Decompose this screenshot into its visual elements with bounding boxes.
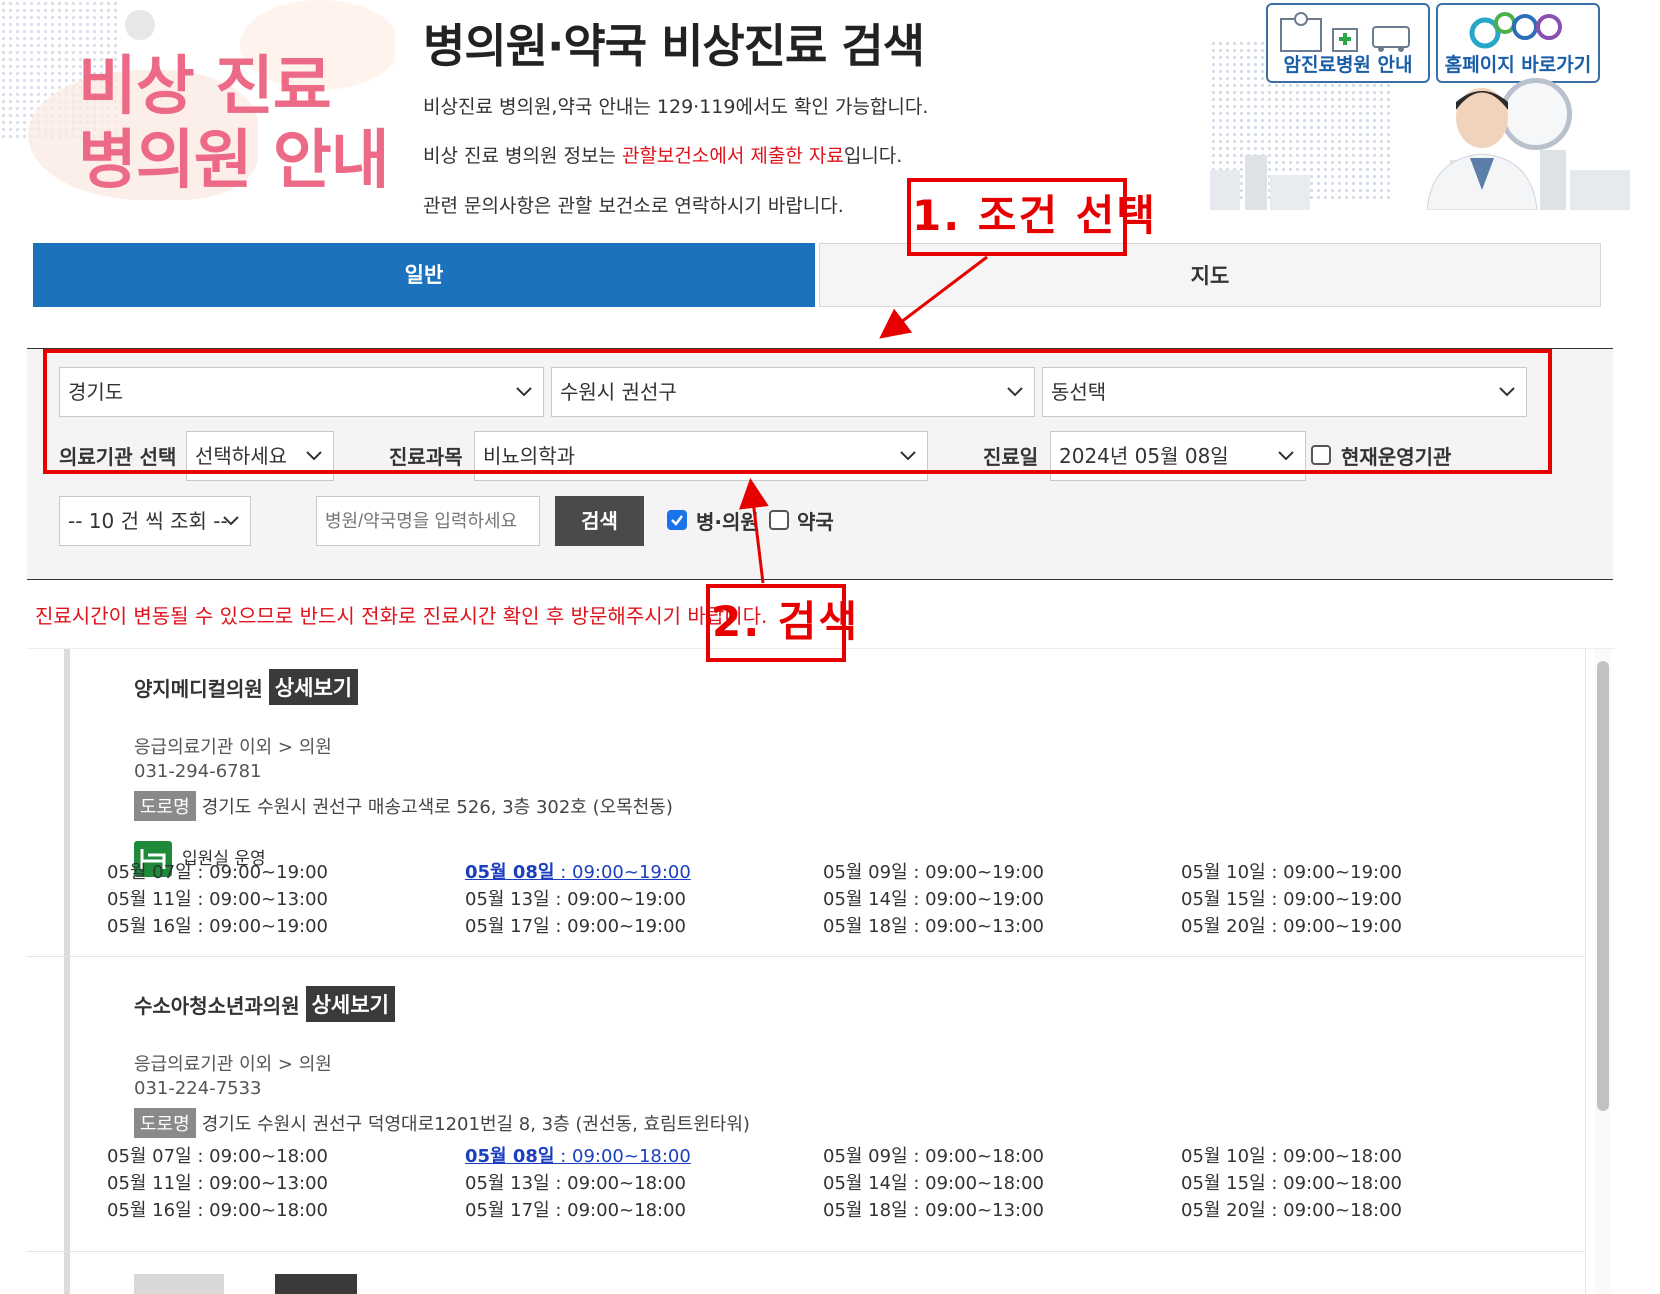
hospital-name[interactable]: 양지메디컬의원 — [134, 673, 263, 702]
road-tag: 도로명 — [134, 1108, 196, 1138]
category: 응급의료기관 이외 > 의원 — [134, 1054, 332, 1075]
schedule-entry: 05월 11일 : 09:00~13:00 — [107, 1173, 328, 1194]
schedule-entry: 05월 08일 : 09:00~18:00 — [465, 1146, 691, 1167]
schedule-entry: 05월 14일 : 09:00~19:00 — [823, 889, 1044, 910]
pharmacy-label: 약국 — [797, 510, 834, 534]
schedule-entry: 05월 20일 : 09:00~18:00 — [1181, 1200, 1402, 1221]
schedule-entry: 05월 09일 : 09:00~19:00 — [823, 862, 1044, 883]
city-skyline-icon — [1210, 150, 1630, 210]
hospital-icon — [1280, 12, 1410, 52]
info-line-1: 비상진료 병의원,약국 안내는 129·119에서도 확인 가능합니다. — [423, 96, 929, 118]
schedule-entry: 05월 11일 : 09:00~13:00 — [107, 889, 328, 910]
info-line-2: 비상 진료 병의원 정보는 관할보건소에서 제출한 자료입니다. — [423, 145, 903, 167]
homepage-button[interactable]: 홈페이지 바로가기 — [1436, 3, 1600, 83]
hospital-label: 병·의원 — [696, 510, 759, 534]
hospital-checkbox[interactable] — [667, 510, 687, 530]
annotation-box-conditions — [43, 349, 1552, 474]
schedule-entry: 05월 18일 : 09:00~13:00 — [823, 1200, 1044, 1221]
schedule-entry: 05월 15일 : 09:00~19:00 — [1181, 889, 1402, 910]
schedule-entry: 05월 13일 : 09:00~18:00 — [465, 1173, 686, 1194]
category: 응급의료기관 이외 > 의원 — [134, 737, 332, 758]
schedule-entry: 05월 17일 : 09:00~18:00 — [465, 1200, 686, 1221]
schedule-entry: 05월 18일 : 09:00~13:00 — [823, 916, 1044, 937]
annotation-step2: 2. 검색 — [712, 597, 860, 646]
schedule-entry: 05월 16일 : 09:00~19:00 — [107, 916, 328, 937]
schedule-entry: 05월 16일 : 09:00~18:00 — [107, 1200, 328, 1221]
schedule-entry: 05월 10일 : 09:00~18:00 — [1181, 1146, 1402, 1167]
schedule-entry: 05월 14일 : 09:00~18:00 — [823, 1173, 1044, 1194]
address: 도로명 경기도 수원시 권선구 매송고색로 526, 3층 302호 (오목천동) — [134, 791, 673, 821]
page-title: 병의원·약국 비상진료 검색 — [423, 19, 925, 73]
logo-icon — [1469, 12, 1562, 49]
schedule-entry: 05월 07일 : 09:00~18:00 — [107, 1146, 328, 1167]
schedule-entry: 05월 07일 : 09:00~19:00 — [107, 862, 328, 883]
tab-general[interactable]: 일반 — [33, 243, 815, 307]
cancer-hospital-button[interactable]: 암진료병원 안내 — [1266, 3, 1430, 83]
schedule-entry: 05월 15일 : 09:00~18:00 — [1181, 1173, 1402, 1194]
doctor-icon — [1426, 88, 1538, 210]
warning-text: 진료시간이 변동될 수 있으므로 반드시 전화로 진료시간 확인 후 방문해주시… — [35, 604, 768, 628]
banner-image: 비상 진료 병의원 안내 — [0, 0, 395, 205]
schedule-entry: 05월 08일 : 09:00~19:00 — [465, 862, 691, 883]
detail-button[interactable]: 상세보기 — [305, 986, 395, 1022]
schedule-entry: 05월 20일 : 09:00~19:00 — [1181, 916, 1402, 937]
detail-button[interactable]: 상세보기 — [268, 669, 359, 705]
road-tag: 도로명 — [134, 791, 196, 821]
chevron-down-icon — [223, 516, 239, 526]
address: 도로명 경기도 수원시 권선구 덕영대로1201번길 8, 3층 (권선동, 효림… — [134, 1108, 750, 1138]
annotation-step1: 1. 조건 선택 — [912, 191, 1157, 240]
hospital-name[interactable]: 수소아청소년과의원 — [134, 990, 300, 1019]
phone: 031-224-7533 — [134, 1078, 262, 1099]
schedule-entry: 05월 17일 : 09:00~19:00 — [465, 916, 686, 937]
page-size-select[interactable]: -- 10 건 씩 조회 -- — [59, 496, 251, 546]
schedule-entry: 05월 10일 : 09:00~19:00 — [1181, 862, 1402, 883]
info-line-3: 관련 문의사항은 관할 보건소로 연락하시기 바랍니다. — [423, 195, 844, 217]
scrollbar-thumb[interactable] — [1597, 661, 1609, 1111]
schedule-entry: 05월 13일 : 09:00~19:00 — [465, 889, 686, 910]
banner-title: 비상 진료 병의원 안내 — [78, 50, 390, 198]
phone: 031-294-6781 — [134, 761, 262, 782]
name-search-input[interactable] — [316, 496, 540, 546]
schedule-entry: 05월 09일 : 09:00~18:00 — [823, 1146, 1044, 1167]
check-icon — [671, 515, 683, 526]
search-button[interactable]: 검색 — [555, 496, 644, 546]
pharmacy-checkbox[interactable] — [769, 510, 789, 530]
